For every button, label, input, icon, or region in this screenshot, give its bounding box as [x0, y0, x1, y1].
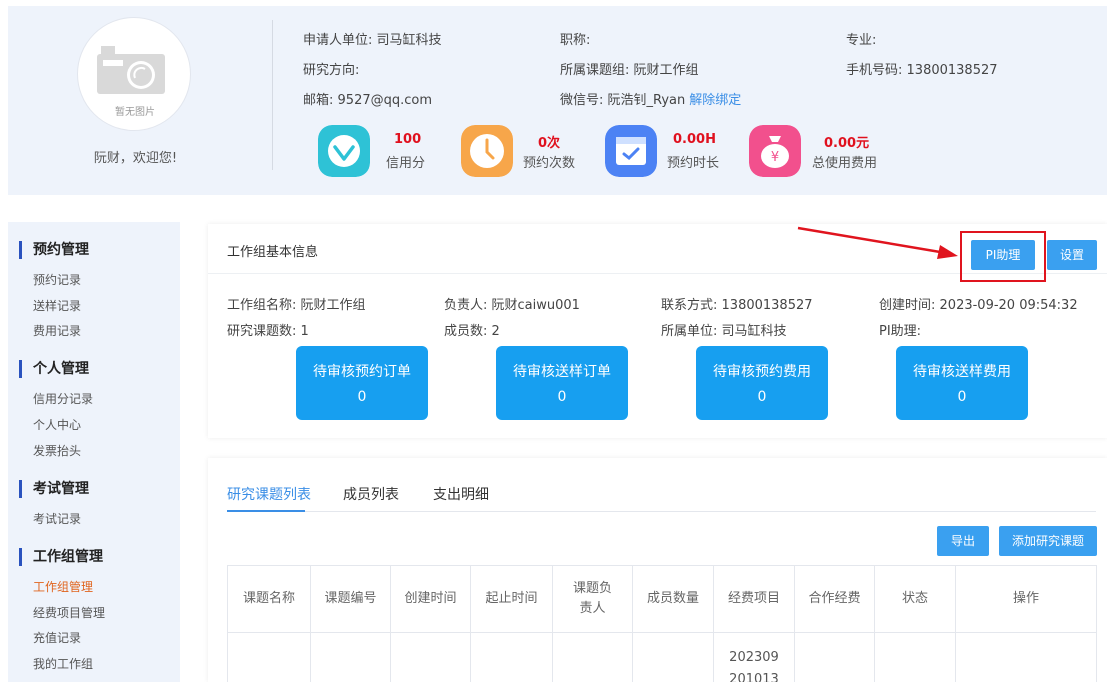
table-cell	[632, 632, 714, 682]
topics-card: 研究课题列表 成员列表 支出明细 导出 添加研究课题 课题名称 课题编号 创建时…	[208, 458, 1107, 682]
column-header: 课题编号	[310, 565, 391, 633]
table-cell	[310, 632, 391, 682]
profile-panel: 暂无图片 阮财，欢迎您! 申请人单位: 司马缸科技 职称: 专业: 研究方向: …	[8, 6, 1107, 195]
diamond-icon	[318, 125, 370, 177]
sidebar-item-exam-records[interactable]: 考试记录	[33, 510, 81, 527]
research-direction: 研究方向:	[303, 63, 360, 78]
sidebar-item-fee-records[interactable]: 费用记录	[33, 322, 81, 339]
settings-button[interactable]: 设置	[1047, 240, 1097, 270]
menu-section-workgroup[interactable]: 工作组管理	[19, 548, 103, 566]
table-row: 20230920101358	[227, 632, 1097, 682]
research-group: 所属课题组: 阮财工作组	[560, 63, 699, 78]
stat-bookings: 0次 预约次数	[461, 125, 591, 179]
add-topic-button[interactable]: 添加研究课题	[999, 526, 1097, 556]
column-header: 成员数量	[632, 565, 714, 633]
phone-number: 手机号码: 13800138527	[846, 63, 998, 78]
camera-icon	[97, 46, 165, 94]
table-header-row: 课题名称 课题编号 创建时间 起止时间 课题负责人 成员数量 经费项目 合作经费…	[227, 565, 1097, 633]
tile-pending-sample-fees[interactable]: 待审核送样费用 0	[896, 346, 1028, 420]
column-header: 合作经费	[794, 565, 875, 633]
sidebar-item-funding-projects[interactable]: 经费项目管理	[33, 604, 105, 621]
wechat: 微信号: 阮浩钊_Ryan 解除绑定	[560, 93, 742, 108]
sidebar-item-invoice-title[interactable]: 发票抬头	[33, 442, 81, 459]
avatar-area: 暂无图片 阮财，欢迎您!	[8, 6, 273, 195]
column-header: 课题名称	[227, 565, 311, 633]
calendar-icon	[605, 125, 657, 177]
table-cell	[470, 632, 553, 682]
column-header: 课题负责人	[552, 565, 633, 633]
sidebar-item-recharge-records[interactable]: 充值记录	[33, 629, 81, 646]
column-header: 经费项目	[713, 565, 795, 633]
topic-count-field: 研究课题数: 1	[227, 324, 309, 339]
divider	[272, 20, 273, 170]
table-cell	[874, 632, 956, 682]
tab-expenses[interactable]: 支出明细	[433, 484, 489, 504]
tile-pending-booking-fees[interactable]: 待审核预约费用 0	[696, 346, 828, 420]
table-cell	[794, 632, 875, 682]
pi-assistant-button[interactable]: PI助理	[971, 240, 1035, 270]
avatar-placeholder-text: 暂无图片	[115, 107, 155, 118]
avatar[interactable]: 暂无图片	[77, 17, 191, 131]
active-tab-indicator	[227, 510, 305, 512]
sidebar-item-credit-records[interactable]: 信用分记录	[33, 390, 93, 407]
created-time-field: 创建时间: 2023-09-20 09:54:32	[879, 298, 1078, 313]
topics-table: 课题名称 课题编号 创建时间 起止时间 课题负责人 成员数量 经费项目 合作经费…	[227, 565, 1097, 682]
menu-section-personal[interactable]: 个人管理	[19, 360, 89, 378]
export-button[interactable]: 导出	[937, 526, 989, 556]
table-cell	[227, 632, 311, 682]
column-header: 创建时间	[390, 565, 471, 633]
stat-duration: 0.00H 预约时长	[605, 125, 735, 179]
stat-credit: 100 信用分	[318, 125, 438, 179]
table-cell	[955, 632, 1097, 682]
welcome-text: 阮财，欢迎您!	[93, 151, 178, 166]
money-bag-icon: ¥	[749, 125, 801, 177]
tile-pending-sample-orders[interactable]: 待审核送样订单 0	[496, 346, 628, 420]
unit-field: 所属单位: 司马缸科技	[661, 324, 787, 339]
sidebar-item-my-workgroup[interactable]: 我的工作组	[33, 655, 93, 672]
clock-icon	[461, 125, 513, 177]
card-title: 工作组基本信息	[227, 245, 319, 260]
workgroup-info-card: 工作组基本信息 PI助理 设置 工作组名称: 阮财工作组 负责人: 阮财caiw…	[208, 224, 1107, 438]
group-name-field: 工作组名称: 阮财工作组	[227, 298, 366, 313]
unbind-wechat-link[interactable]: 解除绑定	[689, 93, 741, 108]
table-cell: 20230920101358	[713, 632, 795, 682]
sidebar-item-personal-center[interactable]: 个人中心	[33, 416, 81, 433]
sidebar-item-sample-records[interactable]: 送样记录	[33, 297, 81, 314]
tab-members[interactable]: 成员列表	[343, 484, 399, 504]
sidebar-item-booking-records[interactable]: 预约记录	[33, 271, 81, 288]
stat-total-fee: ¥ 0.00元 总使用费用	[749, 125, 889, 179]
email: 邮箱: 9527@qq.com	[303, 93, 433, 108]
member-count-field: 成员数: 2	[444, 324, 500, 339]
tab-topics[interactable]: 研究课题列表	[227, 484, 311, 504]
annotation-arrow-icon	[797, 226, 958, 259]
pi-assistant-field: PI助理:	[879, 324, 922, 339]
table-cell	[390, 632, 471, 682]
leader-field: 负责人: 阮财caiwu001	[444, 298, 580, 313]
sidebar: 预约管理 预约记录 送样记录 费用记录 个人管理 信用分记录 个人中心 发票抬头…	[8, 222, 180, 682]
column-header: 状态	[874, 565, 956, 633]
tile-pending-booking-orders[interactable]: 待审核预约订单 0	[296, 346, 428, 420]
table-cell	[552, 632, 633, 682]
menu-section-exam[interactable]: 考试管理	[19, 480, 89, 498]
column-header: 起止时间	[470, 565, 553, 633]
applicant-unit: 申请人单位: 司马缸科技	[303, 33, 442, 48]
major: 专业:	[846, 33, 877, 48]
tab-bar: 研究课题列表 成员列表 支出明细	[227, 484, 1096, 512]
column-header: 操作	[955, 565, 1097, 633]
menu-section-booking[interactable]: 预约管理	[19, 241, 89, 259]
sidebar-item-workgroup-management[interactable]: 工作组管理	[33, 578, 93, 595]
contact-field: 联系方式: 13800138527	[661, 298, 813, 313]
job-title: 职称:	[560, 33, 591, 48]
svg-text:¥: ¥	[771, 150, 779, 165]
